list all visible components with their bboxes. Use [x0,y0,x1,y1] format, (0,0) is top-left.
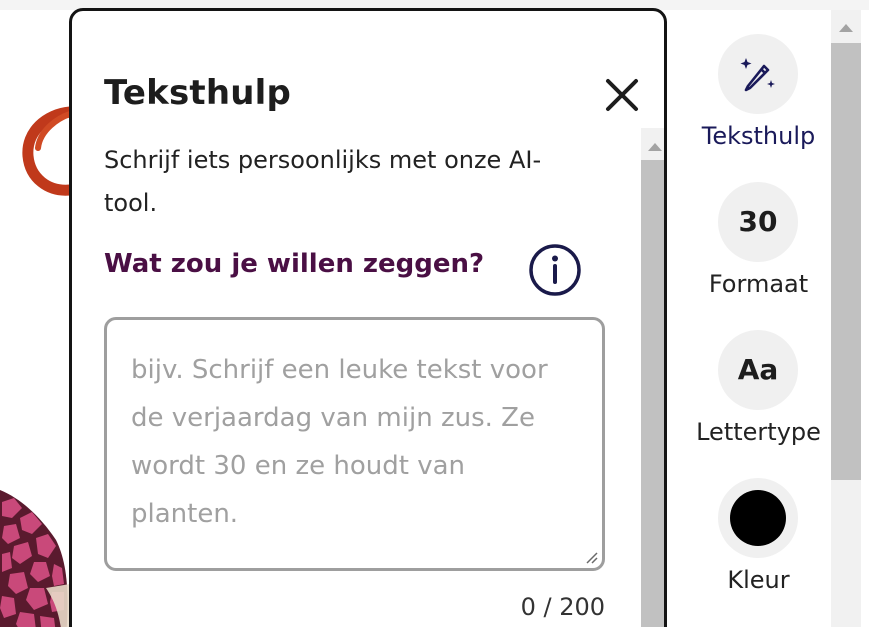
panel-description: Schrijf iets persoonlijks met onze AI-to… [104,146,542,217]
panel-scrollbar[interactable] [641,128,664,627]
tool-lettertype-circle: Aa [718,330,798,410]
magic-pencil-icon [740,58,775,92]
message-textarea-container [104,317,605,571]
panel-scrollbar-thumb[interactable] [641,160,664,627]
font-size-value: 30 [738,205,778,238]
character-counter: 0 / 200 [520,593,605,621]
page-scrollbar[interactable] [831,10,861,627]
font-family-preview: Aa [737,353,779,386]
page-scroll-up-arrow-icon[interactable] [839,24,853,32]
info-button[interactable] [528,243,582,297]
teksthulp-panel: Teksthulp Schrijf iets persoonlijks met … [69,8,667,627]
tool-lettertype-label: Lettertype [696,418,821,446]
app-root: Teksthulp Schrijf iets persoonlijks met … [0,0,869,627]
panel-title: Teksthulp [104,73,292,113]
close-button[interactable] [602,75,642,115]
tool-teksthulp[interactable]: Teksthulp [686,34,831,164]
tool-formaat[interactable]: 30 Formaat [686,182,831,312]
tool-kleur[interactable]: Kleur [686,478,831,608]
panel-scroll-up-arrow-icon[interactable] [648,143,662,151]
card-decoration-giraffe [0,490,70,627]
color-swatch [730,490,786,546]
close-icon [606,79,638,111]
right-edge [861,10,869,627]
tool-formaat-label: Formaat [708,270,809,298]
tool-teksthulp-label: Teksthulp [701,122,816,150]
tool-kleur-circle [718,478,798,558]
right-toolbar: Teksthulp 30 Formaat Aa Lettertype Kleur [686,10,831,627]
info-icon [529,244,581,296]
tool-teksthulp-circle [718,34,798,114]
tool-kleur-label: Kleur [727,566,790,594]
page-scrollbar-thumb[interactable] [831,43,861,480]
resize-handle-icon[interactable] [584,550,598,564]
tool-lettertype[interactable]: Aa Lettertype [686,330,831,460]
tool-formaat-circle: 30 [718,182,798,262]
question-label: Wat zou je willen zeggen? [104,249,485,279]
message-textarea[interactable] [107,320,602,568]
